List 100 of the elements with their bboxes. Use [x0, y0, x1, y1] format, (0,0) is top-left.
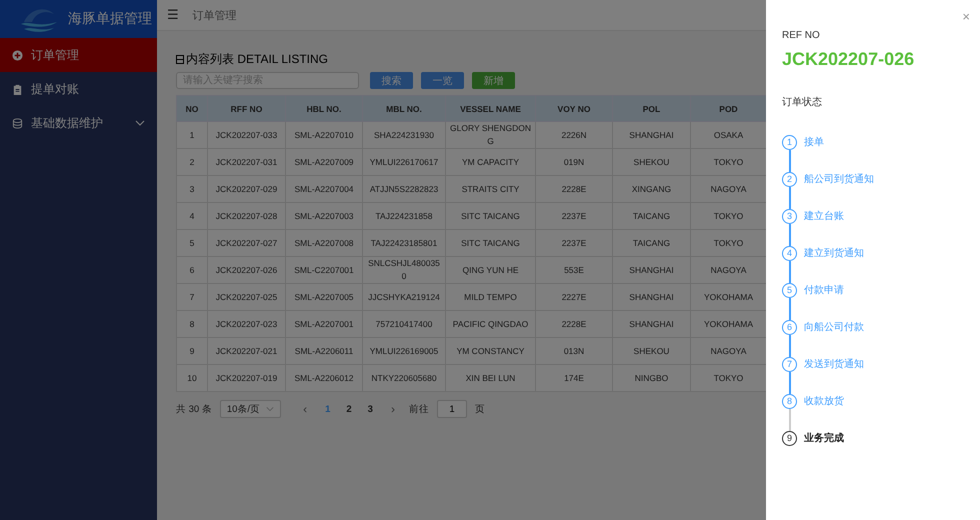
- step-number: 5: [782, 283, 797, 298]
- table-cell: 9: [176, 338, 208, 364]
- page-number[interactable]: 2: [342, 404, 356, 414]
- sidebar-item[interactable]: 订单管理: [0, 38, 157, 72]
- step-number: 9: [782, 431, 797, 446]
- table-cell: SML-A2206011: [286, 338, 362, 364]
- plus-circle-icon: [12, 50, 23, 60]
- step-label: 向船公司付款: [804, 321, 864, 335]
- table-cell: MILD TEMPO: [446, 284, 536, 310]
- step-number: 4: [782, 246, 797, 261]
- table-cell: SHANGHAI: [612, 284, 690, 310]
- listing-title: 内容列表 DETAIL LISTING: [186, 51, 328, 68]
- table-cell: SML-A2207008: [286, 230, 362, 256]
- page-number[interactable]: 1: [321, 404, 334, 414]
- table-cell: 757210417400: [362, 310, 446, 338]
- column-header: POD: [690, 96, 766, 122]
- table-cell: 5: [176, 230, 208, 256]
- step-label: 船公司到货通知: [804, 172, 874, 187]
- step-number: 8: [782, 394, 797, 409]
- column-header: VESSEL NAME: [446, 96, 536, 122]
- table-cell: JCK202207-029: [208, 176, 286, 202]
- table-cell: YM CONSTANCY: [446, 338, 536, 364]
- step-number: 7: [782, 357, 797, 372]
- table-cell: TAJ22423185801: [362, 230, 446, 256]
- next-page-button[interactable]: ›: [384, 402, 401, 416]
- sidebar-item[interactable]: 提单对账: [0, 72, 157, 106]
- table-cell: JCK202207-019: [208, 364, 286, 392]
- table-cell: ATJJN5S2282823: [362, 176, 446, 202]
- column-header: VOY NO: [536, 96, 612, 122]
- table-cell: 10: [176, 364, 208, 392]
- table-cell: XINGANG: [612, 176, 690, 202]
- menu-icon[interactable]: ☰: [167, 7, 179, 23]
- table-cell: 6: [176, 256, 208, 284]
- table-cell: 4: [176, 202, 208, 230]
- table-cell: QING YUN HE: [446, 256, 536, 284]
- table-cell: 553E: [536, 256, 612, 284]
- step-label: 接单: [804, 136, 824, 150]
- step-number: 2: [782, 172, 797, 187]
- table-cell: SITC TAICANG: [446, 230, 536, 256]
- table-cell: JCK202207-028: [208, 202, 286, 230]
- table-cell: 7: [176, 284, 208, 310]
- ref-label: REF NO: [782, 30, 821, 41]
- column-header: MBL NO.: [362, 96, 446, 122]
- table-cell: SITC TAICANG: [446, 202, 536, 230]
- table-cell: YMLUI226169005: [362, 338, 446, 364]
- column-header: HBL NO.: [286, 96, 362, 122]
- table-cell: 2227E: [536, 284, 612, 310]
- table-cell: STRAITS CITY: [446, 176, 536, 202]
- sidebar-item[interactable]: 基础数据维护: [0, 106, 157, 140]
- table-cell: 8: [176, 310, 208, 338]
- table-cell: SML-A2207009: [286, 148, 362, 176]
- table-cell: TAICANG: [612, 202, 690, 230]
- table-cell: 174E: [536, 364, 612, 392]
- table-cell: SHEKOU: [612, 338, 690, 364]
- table-cell: 2226N: [536, 122, 612, 148]
- goto-label: 前往: [408, 402, 429, 416]
- table-cell: XIN BEI LUN: [446, 364, 536, 392]
- table-cell: SML-A2207010: [286, 122, 362, 148]
- table-cell: JCK202207-021: [208, 338, 286, 364]
- table-cell: 019N: [536, 148, 612, 176]
- table-cell: SHANGHAI: [612, 122, 690, 148]
- list-icon: [176, 55, 184, 64]
- page-suffix: 页: [474, 402, 485, 416]
- table-cell: 2237E: [536, 230, 612, 256]
- step-label: 业务完成: [804, 431, 844, 446]
- chevron-down-icon: [266, 405, 274, 413]
- table-cell: JCK202207-026: [208, 256, 286, 284]
- step-number: 3: [782, 209, 797, 224]
- clipboard-icon: [12, 84, 23, 94]
- table-cell: JCK202207-033: [208, 122, 286, 148]
- column-header: POL: [612, 96, 690, 122]
- table-cell: 1: [176, 122, 208, 148]
- step-number: 1: [782, 135, 797, 150]
- database-icon: [12, 118, 23, 128]
- page-number[interactable]: 3: [364, 404, 377, 414]
- prev-page-button[interactable]: ‹: [297, 402, 314, 416]
- table-cell: 013N: [536, 338, 612, 364]
- step-label: 付款申请: [804, 284, 844, 298]
- action-button[interactable]: 搜索: [370, 72, 413, 89]
- table-cell: PACIFIC QINGDAO: [446, 310, 536, 338]
- table-cell: 2228E: [536, 310, 612, 338]
- action-button[interactable]: 新增: [472, 72, 515, 89]
- step-label: 建立台账: [804, 210, 844, 224]
- table-cell: JJCSHYKA219124: [362, 284, 446, 310]
- close-button[interactable]: ×: [962, 9, 970, 24]
- table-cell: JCK202207-027: [208, 230, 286, 256]
- action-button[interactable]: 一览: [421, 72, 464, 89]
- page-input[interactable]: 1: [436, 400, 467, 418]
- table-cell: TAICANG: [612, 230, 690, 256]
- app-title: 海豚单据管理: [68, 10, 152, 28]
- page-size-select[interactable]: 10条/页: [220, 400, 282, 418]
- column-header: NO: [176, 96, 208, 122]
- ref-number: JCK202207-026: [782, 49, 916, 70]
- step-number: 6: [782, 320, 797, 335]
- table-cell: SML-A2206012: [286, 364, 362, 392]
- table-cell: SML-C2207001: [286, 256, 362, 284]
- breadcrumb: 订单管理: [192, 8, 237, 22]
- table-cell: YMLUI226170617: [362, 148, 446, 176]
- step-label: 发送到货通知: [804, 358, 864, 372]
- total-count: 共 30 条: [176, 402, 212, 416]
